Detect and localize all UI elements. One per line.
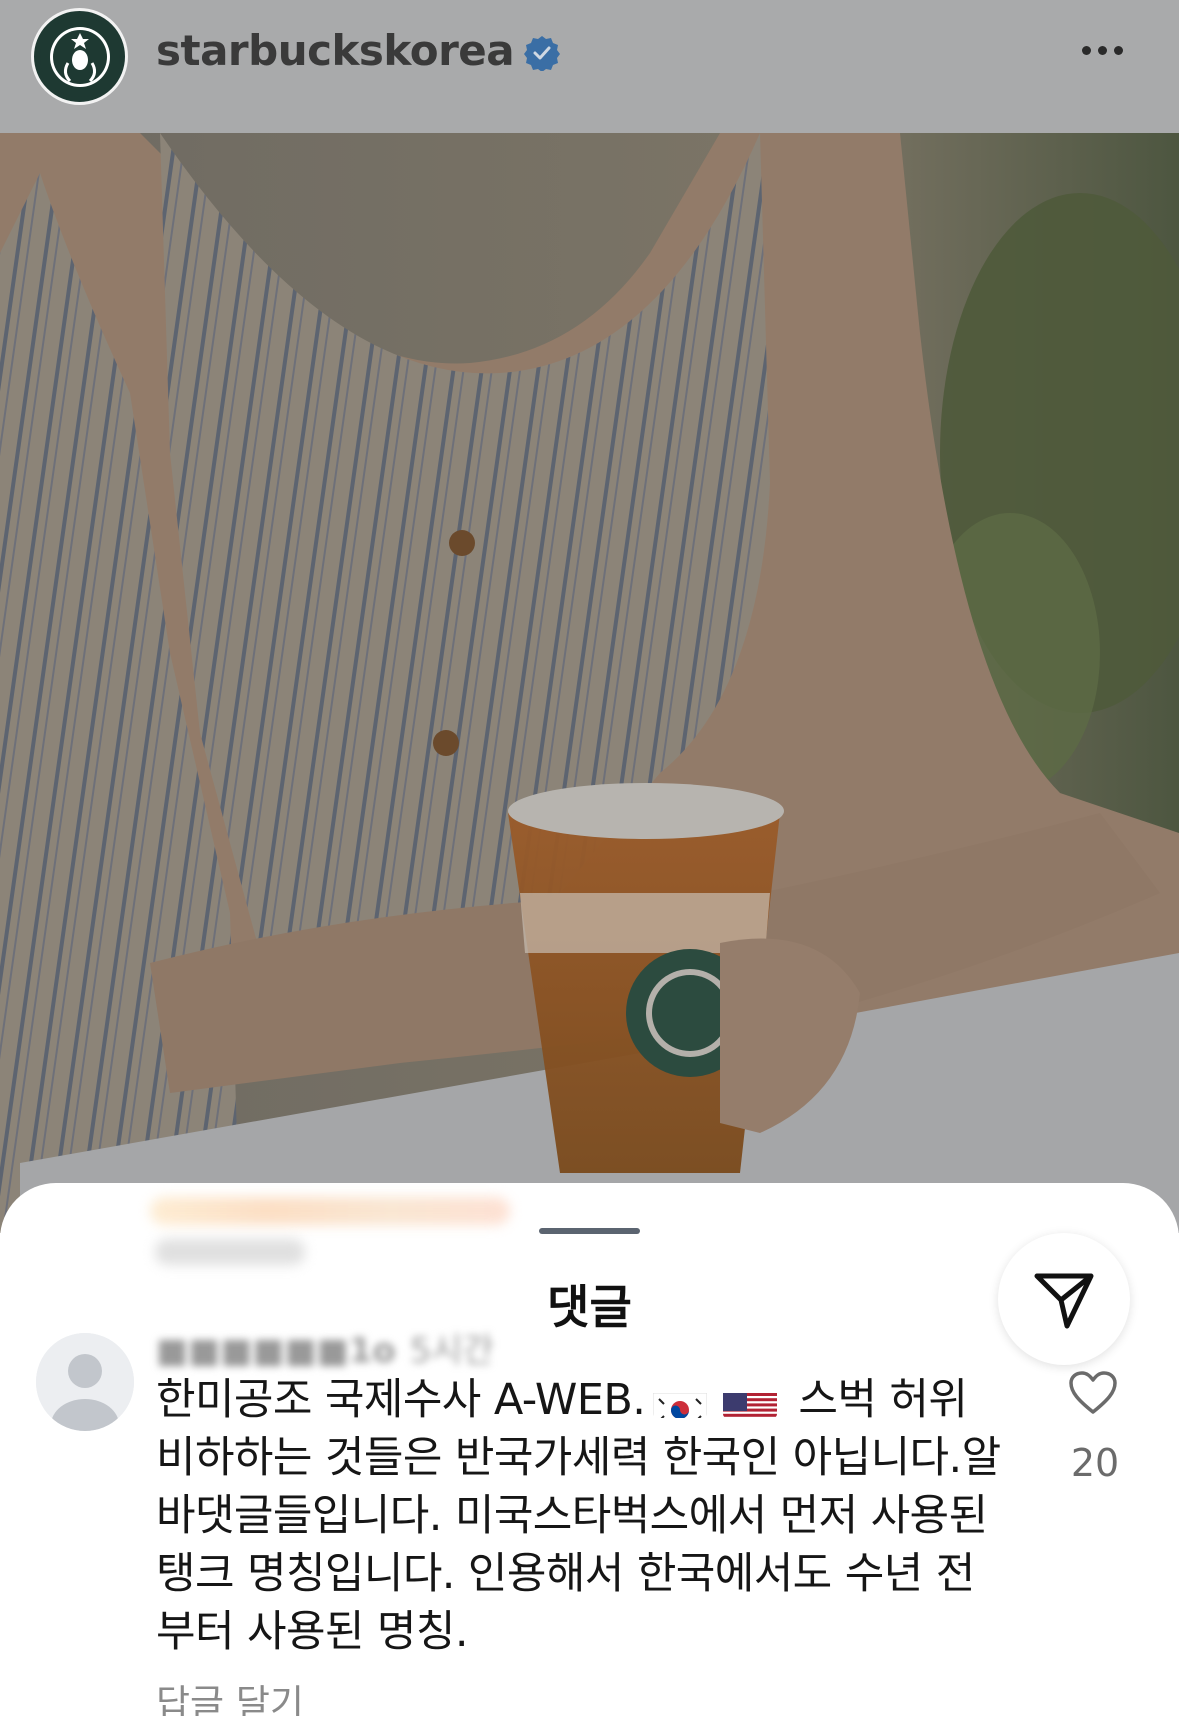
blurred-previous-comment (150, 1187, 530, 1277)
reply-button[interactable]: 답글 달기 (156, 1673, 304, 1716)
starbucks-logo[interactable] (31, 8, 128, 105)
verified-badge-icon (524, 35, 560, 72)
comment-time: 5시간 (409, 1331, 494, 1371)
post-image (0, 133, 1179, 1233)
commenter-avatar[interactable] (36, 1333, 134, 1431)
more-options-icon[interactable] (1082, 30, 1142, 70)
south-korea-flag-icon (653, 1384, 708, 1418)
comments-sheet: 댓글 ■■■■■■1o 5시간 한미공조 국제수사 A-WEB. 스벅 허위비하하… (0, 1183, 1179, 1716)
like-count: 20 (1070, 1441, 1120, 1485)
drag-handle[interactable] (539, 1228, 640, 1234)
send-icon (1034, 1273, 1094, 1329)
post-header: starbuckskorea (0, 0, 1179, 133)
like-heart-icon[interactable] (1068, 1370, 1118, 1416)
comment-text-part-1: 한미공조 국제수사 A-WEB. (156, 1375, 646, 1425)
share-button[interactable] (998, 1233, 1130, 1365)
comment-text: 한미공조 국제수사 A-WEB. 스벅 허위비하하는 것들은 반국가세력 한국인… (156, 1371, 1006, 1661)
commenter-username[interactable]: ■■■■■■1o 5시간 (156, 1323, 494, 1372)
usa-flag-icon (723, 1384, 778, 1418)
commenter-username-text: ■■■■■■1o (156, 1331, 396, 1371)
account-username[interactable]: starbuckskorea (156, 26, 515, 75)
